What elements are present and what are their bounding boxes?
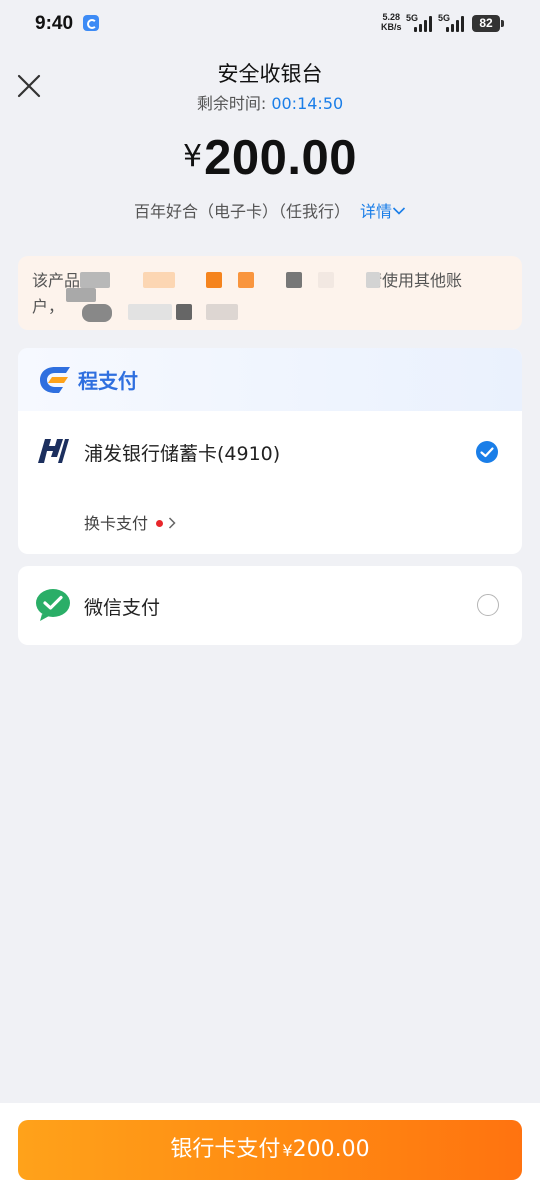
pay-button-amount: 200.00 bbox=[292, 1137, 370, 1162]
bank-card-option[interactable]: 浦发银行储蓄卡(4910) bbox=[18, 411, 522, 491]
redaction-block bbox=[366, 272, 380, 288]
signal-bars-icon bbox=[414, 16, 434, 32]
redaction-block bbox=[82, 304, 112, 322]
countdown-value: 00:14:50 bbox=[271, 94, 344, 113]
redaction-block bbox=[176, 304, 192, 320]
redaction-block bbox=[128, 304, 172, 320]
network-speed-unit: KB/s bbox=[381, 22, 402, 32]
status-time: 9:40 bbox=[35, 13, 74, 34]
radio-unchecked-icon[interactable] bbox=[477, 594, 499, 616]
bank-card-name: 浦发银行储蓄卡(4910) bbox=[84, 443, 281, 465]
order-amount: ¥200.00 bbox=[0, 130, 540, 186]
countdown-timer: 剩余时间: 00:14:50 bbox=[0, 90, 540, 114]
product-row: 百年好合（电子卡）（任我行） 详情 bbox=[0, 198, 540, 222]
spdb-bank-logo-icon bbox=[38, 439, 69, 463]
status-bar: 9:40 5.28 KB/s 5G 5G 82 bbox=[0, 0, 540, 50]
redaction-block bbox=[143, 272, 175, 288]
payment-provider-name: 程支付 bbox=[78, 369, 138, 393]
redaction-block bbox=[206, 272, 222, 288]
detail-label: 详情 bbox=[360, 202, 393, 221]
checkout-page: 9:40 5.28 KB/s 5G 5G 82 安全收银台 剩余时间: 00:1… bbox=[0, 0, 540, 1200]
switch-card-label: 换卡支付 bbox=[84, 514, 149, 533]
wechat-pay-icon bbox=[36, 589, 70, 621]
redaction-block bbox=[238, 272, 254, 288]
redaction-block bbox=[80, 272, 110, 288]
pay-button-label: 银行卡支付 bbox=[170, 1137, 281, 1162]
wechat-pay-label: 微信支付 bbox=[84, 597, 161, 619]
provider-header: 程支付 bbox=[18, 348, 522, 411]
amount-currency: ¥ bbox=[183, 139, 203, 174]
product-name: 百年好合（电子卡）（任我行） bbox=[133, 202, 350, 221]
notice-banner: 该产品仅 请使用其他账 户， bbox=[18, 256, 522, 330]
network-speed-value: 5.28 bbox=[382, 12, 401, 22]
redaction-block bbox=[66, 288, 96, 302]
app-notification-icon bbox=[83, 15, 99, 31]
countdown-label: 剩余时间: bbox=[196, 94, 272, 113]
redaction-block bbox=[318, 272, 334, 288]
page-title: 安全收银台 bbox=[217, 62, 323, 86]
switch-card-link[interactable]: 换卡支付 bbox=[84, 510, 177, 534]
notice-line1-end: 请使用其他账 bbox=[366, 271, 463, 290]
network-speed: 5.28 KB/s bbox=[381, 12, 402, 32]
payment-options-card: 程支付 浦发银行储蓄卡(4910) 换卡支付 bbox=[18, 348, 522, 554]
detail-link[interactable]: 详情 bbox=[360, 202, 406, 221]
amount-value: 200.00 bbox=[204, 131, 357, 185]
wechat-pay-option[interactable]: 微信支付 bbox=[18, 566, 522, 645]
notice-line2-start: 户， bbox=[32, 297, 65, 316]
signal-bars-icon bbox=[446, 16, 466, 32]
red-dot-badge bbox=[156, 520, 164, 527]
battery-icon: 82 bbox=[472, 15, 504, 32]
bottom-bar: 银行卡支付 ¥200.00 bbox=[0, 1103, 540, 1200]
redaction-block bbox=[286, 272, 302, 288]
redaction-block bbox=[206, 304, 238, 320]
payment-provider-logo-icon bbox=[40, 367, 70, 393]
check-circle-icon[interactable] bbox=[475, 440, 499, 464]
pay-button-currency: ¥ bbox=[282, 1141, 293, 1160]
pay-button[interactable]: 银行卡支付 ¥200.00 bbox=[18, 1120, 522, 1180]
chevron-down-icon bbox=[392, 207, 406, 215]
chevron-right-icon bbox=[168, 517, 176, 529]
